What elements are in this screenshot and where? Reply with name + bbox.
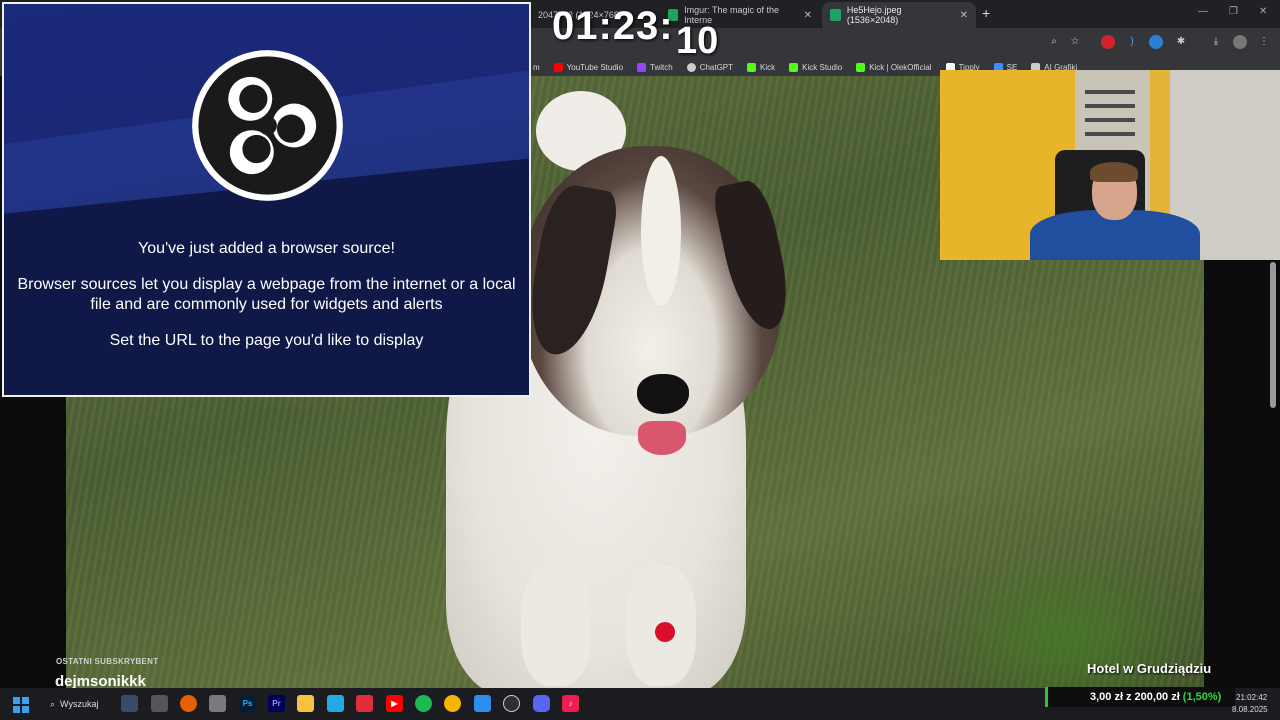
twitch-icon [637,62,647,72]
minimize-icon[interactable]: — [1198,6,1208,17]
close-icon[interactable]: ✕ [960,10,968,21]
photoshop-icon[interactable]: Ps [239,695,256,712]
maximize-icon[interactable]: ❐ [1229,6,1238,17]
obs-description: Browser sources let you display a webpag… [17,276,516,293]
youtube-icon[interactable]: ▶ [386,695,403,712]
app-icon[interactable] [356,695,373,712]
image-icon [830,9,841,21]
last-subscriber-label: OSTATNI SUBSKRYBENT [56,657,159,666]
app-icon[interactable] [474,695,491,712]
tab-label: He5Hejo.jpeg (1536×2048) [846,5,902,25]
extension-icon[interactable] [1101,35,1115,49]
windows-start-icon[interactable] [13,697,29,713]
spotify-icon[interactable] [415,695,432,712]
browser-tab-active[interactable]: He5Hejo.jpeg (1536×2048) ✕ [822,2,976,28]
menu-icon[interactable]: ⋮ [1257,35,1271,49]
puzzle-icon[interactable]: ✱ [1174,35,1188,49]
search-icon: ⌕ [50,698,56,709]
dog-paw [521,566,591,686]
dog-blaze [641,156,681,306]
chrome-icon[interactable] [444,695,461,712]
bookmark-twitch[interactable]: Twitch [637,62,673,72]
zoom-icon[interactable]: ⌕ [1047,35,1061,49]
dog-tongue [638,421,686,455]
premiere-icon[interactable]: Pr [268,695,285,712]
window-close-icon[interactable]: ✕ [1259,6,1267,17]
extension-icon[interactable] [1149,35,1163,49]
obs-logo-icon [192,50,343,201]
explorer-icon[interactable] [209,695,226,712]
calculator-icon[interactable] [151,695,168,712]
clock-date[interactable]: 8.08.2025 [1232,705,1268,714]
bookmark-kick-olek[interactable]: Kick | OlekOfficial [856,62,932,72]
obs-instruction: Set the URL to the page you'd like to di… [109,332,424,349]
donation-goal-bar: 3,00 zł z 200,00 zł (1,50%) [1045,687,1235,707]
kick-icon [789,62,799,72]
close-icon[interactable]: ✕ [804,10,812,21]
screen: 2047778 (1024×768) Imgur: The magic of t… [0,0,1280,720]
star-icon[interactable]: ☆ [1068,35,1082,49]
obs-headline: You've just added a browser source! [138,240,395,257]
new-tab-button[interactable]: + [982,5,990,21]
chatgpt-icon [686,62,696,72]
taskbar-app-icon[interactable] [121,695,138,712]
obs-icon[interactable] [503,695,520,712]
youtube-icon [553,62,563,72]
bookmark[interactable]: m [533,63,540,72]
bookmark-kick[interactable]: Kick [747,62,775,72]
download-icon[interactable]: ⤓ [1209,35,1223,49]
bookmark-chatgpt[interactable]: ChatGPT [686,62,733,72]
clock-time[interactable]: 21:02:42 [1236,693,1267,702]
red-spot [655,622,675,642]
firefox-icon[interactable] [180,695,197,712]
obs-browser-source: You've just added a browser source! Brow… [2,2,531,397]
folder-icon[interactable] [297,695,314,712]
location-label: Hotel w Grudziądziu [1087,661,1212,676]
stream-timer-seconds: 10 [676,20,719,62]
kick-icon [747,62,757,72]
stream-timer: 01:23: [552,4,674,48]
kick-icon [856,62,866,72]
taskbar-search[interactable]: ⌕ Wyszukaj [42,694,110,714]
avatar[interactable] [1233,35,1247,49]
dog-nose [637,374,689,414]
bookmark-youtube-studio[interactable]: YouTube Studio [553,62,623,72]
bookmark-kick-studio[interactable]: Kick Studio [789,62,842,72]
obs-description: file and are commonly used for widgets a… [90,296,443,313]
notepad-icon[interactable] [327,695,344,712]
tiktok-icon[interactable]: ♪ [562,695,579,712]
webcam-feed [940,70,1280,260]
extension-icon[interactable]: ) [1125,35,1139,49]
discord-icon[interactable] [533,695,550,712]
scrollbar[interactable] [1270,262,1276,408]
